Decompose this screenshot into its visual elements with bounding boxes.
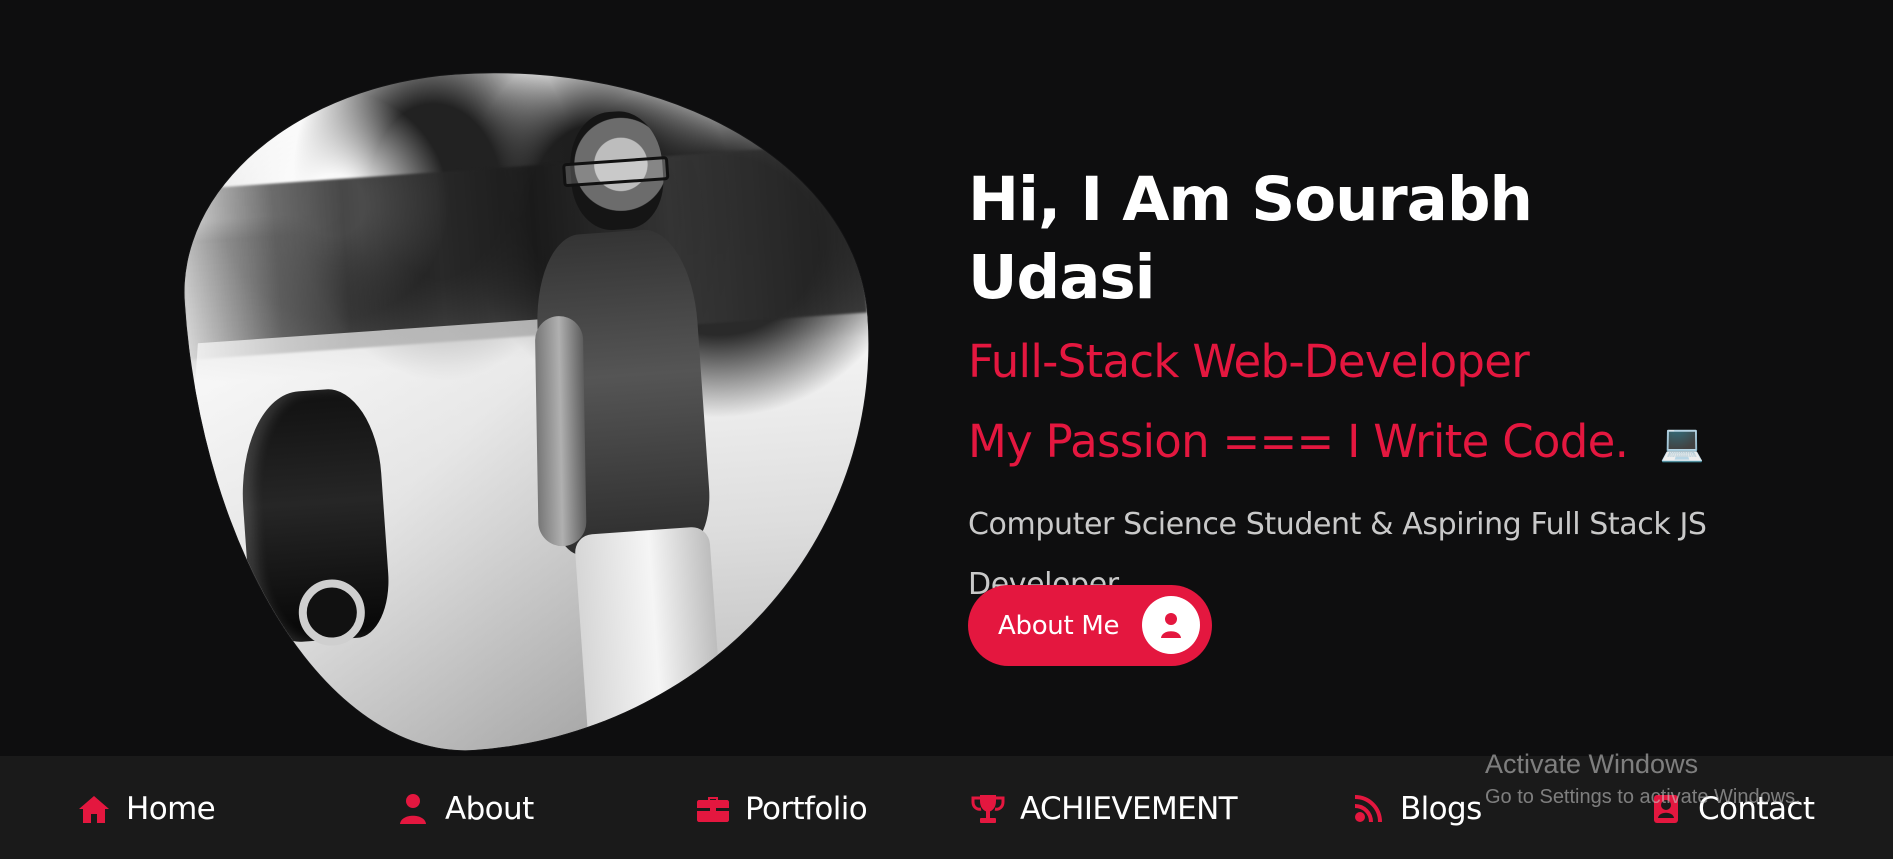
nav-item-home[interactable]: Home	[76, 784, 216, 834]
nav-item-about-label: About	[445, 791, 534, 827]
hero-passion-text: My Passion === I Write Code.	[968, 415, 1629, 468]
laptop-icon: 💻	[1659, 423, 1705, 464]
user-icon	[1142, 596, 1200, 654]
nav-item-portfolio-label: Portfolio	[745, 791, 868, 827]
hero-role: Full-Stack Web-Developer	[968, 335, 1530, 388]
photo-person-pants	[574, 526, 725, 765]
nav-item-blogs-label: Blogs	[1400, 791, 1482, 827]
blog-icon	[1350, 791, 1386, 827]
hero-passion-line: My Passion === I Write Code. 💻	[968, 413, 1728, 473]
profile-photo	[170, 47, 896, 768]
nav-item-contact[interactable]: Contact	[1648, 784, 1815, 834]
about-me-button[interactable]: About Me	[968, 585, 1212, 666]
bottom-navigation: Home About Portfolio ACHIEVEMENT Blogs C…	[0, 756, 1893, 859]
nav-item-home-label: Home	[126, 791, 216, 827]
photo-scooter	[235, 385, 393, 646]
nav-item-contact-label: Contact	[1698, 791, 1815, 827]
portfolio-home-page: Hi, I Am Sourabh Udasi Full-Stack Web-De…	[0, 0, 1893, 859]
contact-icon	[1648, 791, 1684, 827]
hero-greeting: Hi, I Am Sourabh Udasi	[968, 164, 1533, 313]
briefcase-icon	[695, 791, 731, 827]
nav-item-achievement[interactable]: ACHIEVEMENT	[970, 784, 1238, 834]
home-icon	[76, 791, 112, 827]
nav-item-achievement-label: ACHIEVEMENT	[1020, 791, 1238, 827]
photo-person-arm	[534, 315, 587, 547]
user-icon	[395, 791, 431, 827]
nav-item-portfolio[interactable]: Portfolio	[695, 784, 868, 834]
hero-content: Hi, I Am Sourabh Udasi Full-Stack Web-De…	[968, 161, 1728, 666]
nav-item-about[interactable]: About	[395, 784, 534, 834]
about-me-button-label: About Me	[998, 610, 1120, 641]
nav-item-blogs[interactable]: Blogs	[1350, 784, 1482, 834]
trophy-icon	[970, 791, 1006, 827]
